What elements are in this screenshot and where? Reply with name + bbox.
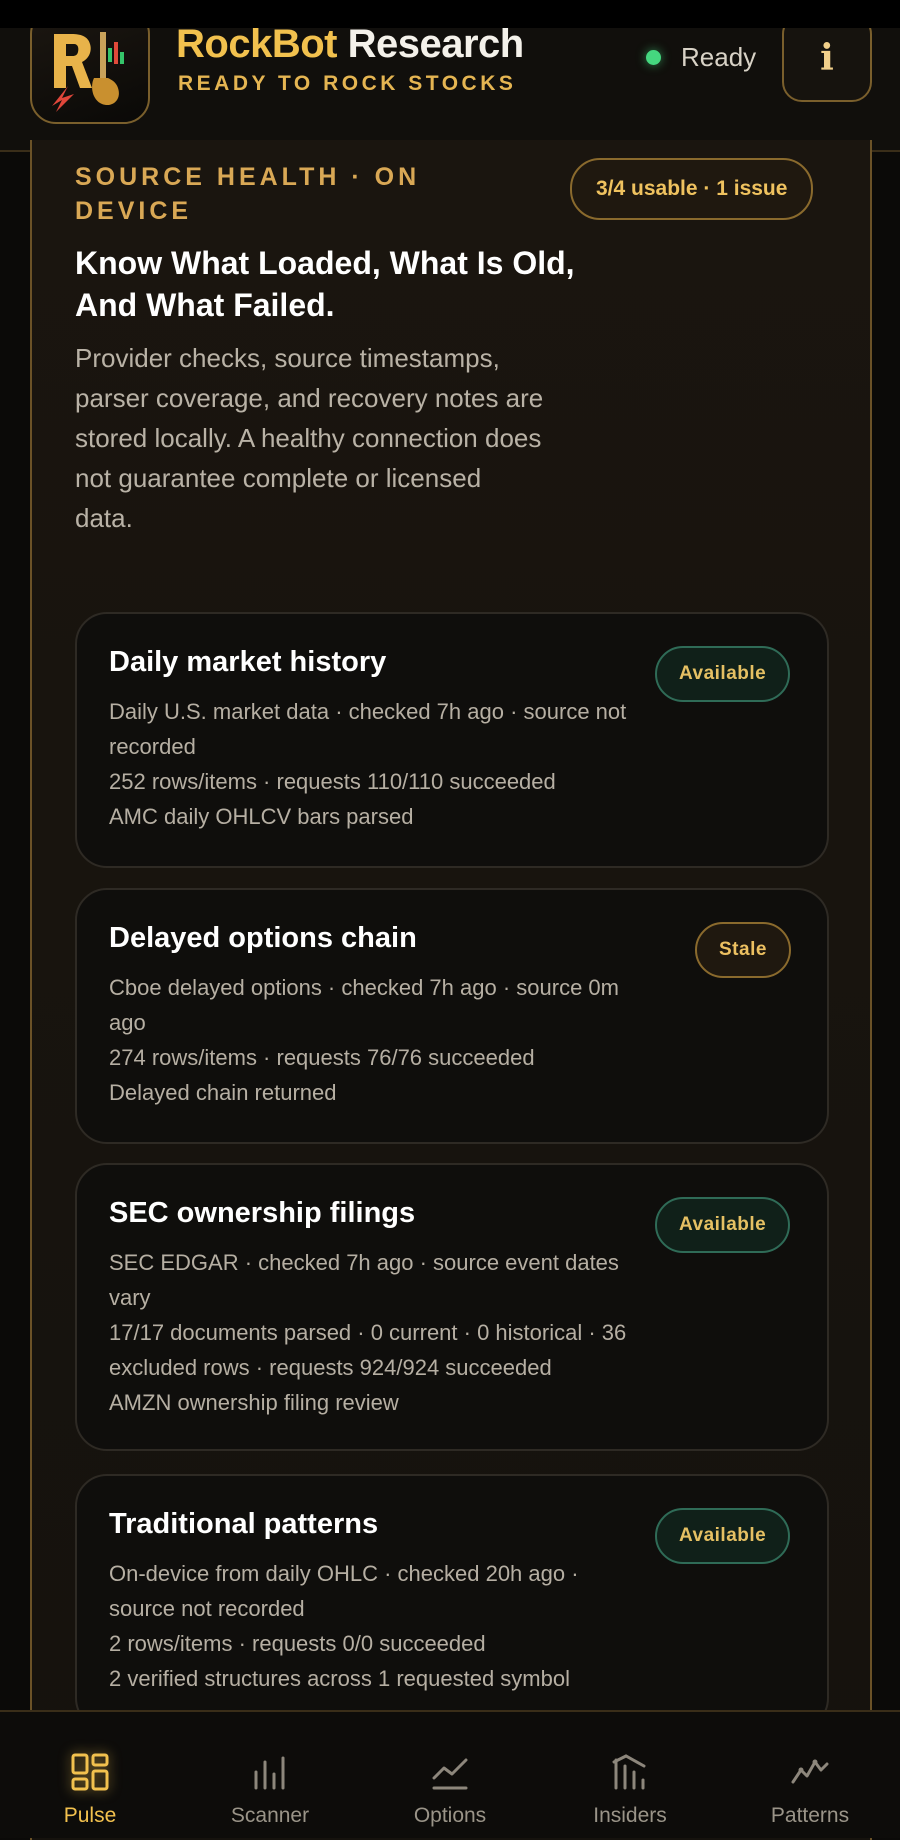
source-title: SEC ownership filings <box>109 1197 416 1229</box>
source-card-options-chain[interactable]: Delayed options chain Stale Cboe delayed… <box>75 888 829 1144</box>
columns-chart-icon <box>610 1750 650 1794</box>
nav-label: Scanner <box>230 1804 310 1827</box>
status-label: Ready <box>681 41 757 72</box>
info-button[interactable]: i <box>782 28 872 102</box>
bottom-nav: Pulse Scanner Options Insiders Patterns <box>0 1710 900 1838</box>
nav-tab-insiders[interactable]: Insiders <box>540 1712 720 1838</box>
source-meta-line: 17/17 documents parsed · 0 current · 0 h… <box>109 1320 627 1380</box>
bar-chart-icon <box>250 1750 290 1794</box>
app-title-suffix: Research <box>336 28 525 66</box>
source-details: Daily U.S. market data · checked 7h ago … <box>109 694 639 834</box>
source-card-sec-filings[interactable]: SEC ownership filings Available SEC EDGA… <box>75 1163 829 1451</box>
app-title: RockBot Research <box>176 28 524 67</box>
guitar-chart-logo-icon <box>52 32 124 112</box>
app-logo <box>30 28 150 124</box>
nav-label: Patterns <box>770 1804 850 1827</box>
nav-tab-options[interactable]: Options <box>360 1712 540 1838</box>
source-details: On-device from daily OHLC · checked 20h … <box>109 1556 639 1696</box>
usable-summary-badge: 3/4 usable · 1 issue <box>570 158 814 220</box>
source-title: Delayed options chain <box>109 922 417 954</box>
status-badge: Available <box>655 1508 791 1564</box>
source-meta-line: AMC daily OHLCV bars parsed <box>109 804 414 829</box>
source-title: Daily market history <box>109 646 387 678</box>
section-headline: Know What Loaded, What Is Old, And What … <box>75 245 575 323</box>
source-meta-line: On-device from daily OHLC · checked 20h … <box>109 1561 579 1621</box>
source-meta-line: 252 rows/items · requests 110/110 succee… <box>109 769 556 794</box>
source-meta-line: AMZN ownership filing review <box>109 1390 399 1415</box>
section-description: Provider checks, source timestamps, pars… <box>75 343 544 533</box>
status-dot-icon <box>646 49 661 65</box>
status-badge: Available <box>655 646 791 702</box>
nav-tab-pulse[interactable]: Pulse <box>0 1712 180 1838</box>
source-meta-line: Delayed chain returned <box>109 1080 337 1105</box>
source-health-panel: SOURCE HEALTH · ON DEVICE 3/4 usable · 1… <box>30 140 872 1840</box>
nav-label: Options <box>413 1804 487 1827</box>
dashboard-grid-icon <box>70 1750 110 1794</box>
source-meta-line: Daily U.S. market data · checked 7h ago … <box>109 699 627 759</box>
app-header: RockBot Research READY TO ROCK STOCKS Re… <box>0 28 900 152</box>
line-chart-icon <box>430 1750 470 1794</box>
trend-pattern-icon <box>790 1750 830 1794</box>
connection-status: Ready <box>646 42 756 72</box>
app-tagline: READY TO ROCK STOCKS <box>178 72 517 95</box>
source-meta-line: 2 rows/items · requests 0/0 succeeded <box>109 1631 486 1656</box>
source-meta-line: SEC EDGAR · checked 7h ago · source even… <box>109 1250 619 1310</box>
source-card-market-history[interactable]: Daily market history Available Daily U.S… <box>75 612 829 868</box>
nav-label: Pulse <box>63 1804 117 1827</box>
source-meta-line: 274 rows/items · requests 76/76 succeede… <box>109 1045 535 1070</box>
status-badge: Available <box>655 1197 791 1253</box>
nav-label: Insiders <box>593 1804 667 1827</box>
app-title-brand: RockBot <box>176 28 337 66</box>
status-badge: Stale <box>695 922 791 978</box>
section-eyebrow: SOURCE HEALTH · ON DEVICE <box>75 163 421 225</box>
source-details: SEC EDGAR · checked 7h ago · source even… <box>109 1245 639 1420</box>
system-status-bar <box>0 0 900 28</box>
source-title: Traditional patterns <box>109 1508 379 1540</box>
nav-tab-patterns[interactable]: Patterns <box>720 1712 900 1838</box>
source-meta-line: 2 verified structures across 1 requested… <box>109 1666 570 1691</box>
source-meta-line: Cboe delayed options · checked 7h ago · … <box>109 975 619 1035</box>
nav-tab-scanner[interactable]: Scanner <box>180 1712 360 1838</box>
source-card-patterns[interactable]: Traditional patterns Available On-device… <box>75 1474 829 1730</box>
source-details: Cboe delayed options · checked 7h ago · … <box>109 970 639 1110</box>
